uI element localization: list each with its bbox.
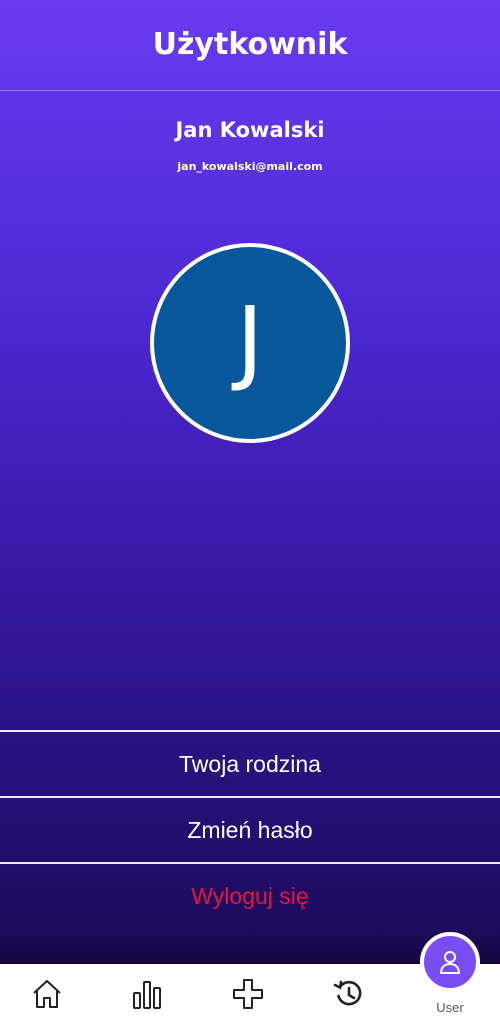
logout-button-label: Wyloguj się [191, 882, 309, 909]
page-title: Użytkownik [152, 26, 348, 62]
nav-add[interactable] [208, 964, 288, 1024]
user-screen: Użytkownik Jan Kowalski jan_kowalski@mai… [0, 0, 500, 964]
user-email: jan_kowalski@mail.com [177, 160, 323, 173]
header: Użytkownik [0, 0, 500, 91]
home-icon [33, 980, 61, 1008]
avatar-initial: J [236, 287, 264, 394]
change-password-button[interactable]: Zmień hasło [0, 796, 500, 862]
plus-icon [233, 979, 263, 1009]
avatar: J [150, 243, 350, 443]
nav-stats[interactable] [107, 964, 187, 1024]
bar-chart-icon [133, 981, 161, 1009]
change-password-button-label: Zmień hasło [187, 816, 313, 843]
nav-home[interactable] [7, 964, 87, 1024]
family-button-label: Twoja rodzina [179, 750, 321, 777]
nav-user-label: User [436, 1000, 464, 1015]
history-icon [333, 980, 362, 1006]
user-icon [440, 951, 460, 974]
nav-history[interactable] [309, 964, 389, 1024]
nav-user[interactable] [420, 932, 480, 992]
logout-button[interactable]: Wyloguj się [0, 862, 500, 928]
family-button[interactable]: Twoja rodzina [0, 730, 500, 796]
user-name: Jan Kowalski [175, 118, 325, 142]
